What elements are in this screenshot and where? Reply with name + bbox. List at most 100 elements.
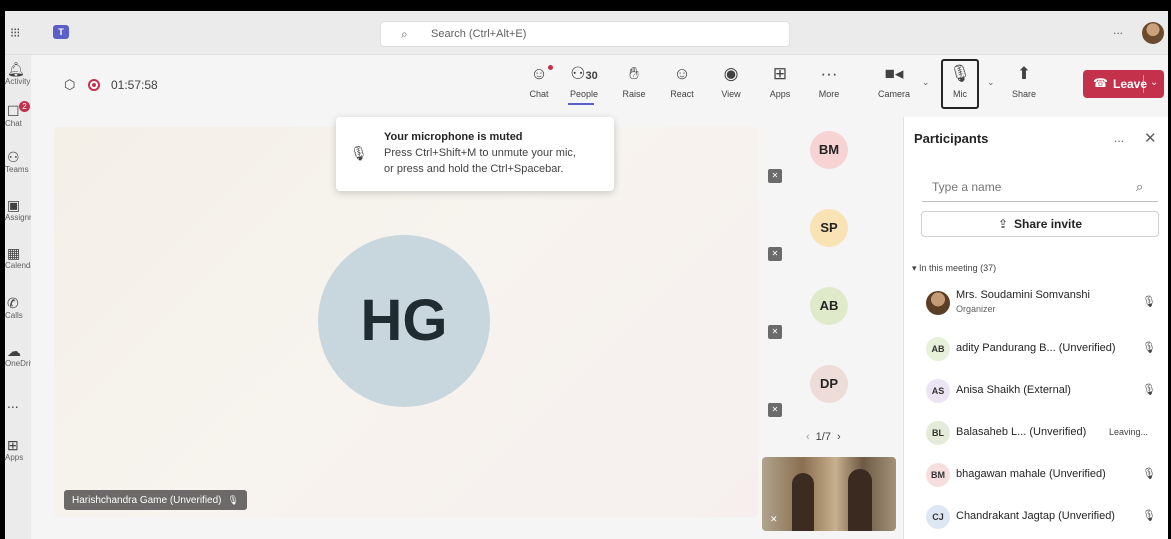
page-indicator: 1/7 xyxy=(815,431,831,443)
camera-options-chevron-icon[interactable]: ⌄ xyxy=(922,77,930,88)
participant-tile[interactable]: AB ✕ xyxy=(762,271,896,345)
participant-row[interactable]: AB adity Pandurang B... (Unverified) 🎙︎ xyxy=(904,329,1169,369)
raise-label: Raise xyxy=(622,89,646,99)
mic-muted-icon: 🎙︎ xyxy=(227,495,239,505)
rail-assignments[interactable]: ▣ Assignments xyxy=(5,197,31,222)
mic-muted-icon: ✕ xyxy=(768,169,782,183)
in-meeting-header[interactable]: ▾ In this meeting (37) xyxy=(912,263,996,274)
meeting-timer: 01:57:58 xyxy=(111,78,158,92)
mic-muted-icon: ✕ xyxy=(768,247,782,261)
share-icon: ⬆ xyxy=(1016,64,1032,83)
view-label: View xyxy=(721,89,741,99)
participant-search-field[interactable]: ⌕ xyxy=(922,174,1158,202)
in-meeting-label: In this meeting (37) xyxy=(919,263,997,273)
participant-tile[interactable]: SP ✕ xyxy=(762,193,896,267)
participant-search-input[interactable] xyxy=(932,180,1122,194)
rail-apps[interactable]: ⊞ Apps xyxy=(5,437,31,462)
view-icon: ◉ xyxy=(723,64,739,83)
app-launcher-icon[interactable]: ⁝⁝⁝ xyxy=(10,25,20,41)
calendar-icon: ▦ xyxy=(7,245,21,261)
participant-name: Chandrakant Jagtap (Unverified) xyxy=(956,510,1115,522)
participant-avatar: BM xyxy=(926,463,950,487)
user-avatar[interactable] xyxy=(1142,22,1164,44)
tile-pager: ‹ 1/7 › xyxy=(800,431,847,443)
raise-hand-button[interactable]: ✋︎ Raise xyxy=(621,63,647,99)
participant-row[interactable]: BL Balasaheb L... (Unverified) Leaving..… xyxy=(904,413,1169,453)
video-person xyxy=(792,473,814,531)
rail-teams[interactable]: ⚇ Teams xyxy=(5,149,31,174)
apps-label: Apps xyxy=(769,89,791,99)
meeting-toolbar: ⬡ 01:57:58 ☺ Chat ⚇30 People ✋︎ Raise ☺ … xyxy=(31,55,1168,117)
participant-avatar: BL xyxy=(926,421,950,445)
participant-row[interactable]: BM bhagawan mahale (Unverified) 🎙︎ xyxy=(904,455,1169,495)
notification-title: Your microphone is muted xyxy=(384,131,523,143)
search-input[interactable]: Search (Ctrl+Alt+E) xyxy=(431,28,526,40)
hang-up-icon: ☎ xyxy=(1093,76,1108,90)
camera-label: Camera xyxy=(877,89,910,99)
participants-panel: Participants ... ✕ ⌕ ⇪ Share invite ▾ In … xyxy=(903,117,1168,539)
rail-calendar[interactable]: ▦ Calendar xyxy=(5,245,31,270)
participant-tile[interactable]: BM ✕ xyxy=(762,115,896,189)
next-page-icon[interactable]: › xyxy=(837,431,841,443)
leave-label: Leave xyxy=(1113,77,1148,91)
phone-icon: ✆ xyxy=(7,295,19,311)
chat-icon: ☺ xyxy=(526,63,553,85)
rail-activity[interactable]: 🔔︎ Activity xyxy=(5,61,31,86)
app-rail: 🔔︎ Activity ☐ 2 Chat ⚇ Teams ▣ Assignmen… xyxy=(5,55,31,539)
participant-status: Leaving... xyxy=(1109,427,1149,437)
participant-role: Organizer xyxy=(956,304,996,314)
teams-window: ⁝⁝⁝ T ⌕ Search (Ctrl+Alt+E) ... 🔔︎ Activ… xyxy=(5,11,1168,539)
mic-button-content[interactable]: 🎙︎ Mic xyxy=(943,63,977,99)
more-icon: ··· xyxy=(820,64,838,83)
participant-name: bhagawan mahale (Unverified) xyxy=(956,468,1106,480)
rail-label: Assignments xyxy=(5,213,31,222)
camera-button[interactable]: ■◂ Camera xyxy=(876,63,912,99)
shield-icon[interactable]: ⬡ xyxy=(64,77,75,93)
settings-more-button[interactable]: ... xyxy=(1113,23,1123,37)
add-apps-icon: ⊞ xyxy=(7,437,19,453)
mic-muted-icon: ✕ xyxy=(768,403,782,417)
presenter-name: Harishchandra Game (Unverified) xyxy=(72,495,222,506)
active-tab-indicator xyxy=(568,103,594,105)
rail-calls[interactable]: ✆ Calls xyxy=(5,295,31,320)
participant-avatar: CJ xyxy=(926,505,950,529)
participant-name: Anisa Shaikh (External) xyxy=(956,384,1071,396)
panel-more-button[interactable]: ... xyxy=(1114,131,1124,145)
share-button[interactable]: ⬆ Share xyxy=(1011,63,1037,99)
apps-button[interactable]: ⊞ Apps xyxy=(767,63,793,99)
self-video-tile[interactable]: ✕ xyxy=(762,457,896,531)
rail-more[interactable]: ... xyxy=(5,395,31,411)
close-icon[interactable]: ✕ xyxy=(1144,129,1157,147)
cloud-icon: ☁ xyxy=(7,343,21,359)
leave-options-chevron-icon[interactable]: ⌄ xyxy=(1150,77,1158,88)
rail-label: Calendar xyxy=(5,261,31,270)
search-icon: ⌕ xyxy=(401,27,408,41)
mic-options-chevron-icon[interactable]: ⌄ xyxy=(987,77,995,88)
add-apps-icon: ⊞ xyxy=(772,64,788,83)
view-button[interactable]: ◉ View xyxy=(718,63,744,99)
mic-muted-icon: 🎙︎ xyxy=(1142,468,1156,480)
rail-chat[interactable]: ☐ 2 Chat xyxy=(5,101,31,128)
rail-label: Apps xyxy=(5,453,24,462)
people-count: 30 xyxy=(585,70,598,82)
search-box[interactable]: ⌕ Search (Ctrl+Alt+E) xyxy=(380,21,790,47)
more-button[interactable]: ··· More xyxy=(816,63,842,99)
participant-tile[interactable]: DP ✕ xyxy=(762,349,896,423)
participant-row[interactable]: Mrs. Soudamini Somvanshi Organizer 🎙︎ xyxy=(904,283,1169,323)
participant-row[interactable]: CJ Chandrakant Jagtap (Unverified) 🎙︎ xyxy=(904,497,1169,537)
chat-button[interactable]: ☺ Chat xyxy=(526,63,553,99)
react-button[interactable]: ☺ React xyxy=(669,63,695,99)
prev-page-icon[interactable]: ‹ xyxy=(806,431,810,443)
share-invite-label: Share invite xyxy=(1014,217,1083,231)
rail-label: Teams xyxy=(5,165,29,174)
mic-muted-icon: 🎙︎ xyxy=(350,145,368,161)
rail-onedrive[interactable]: ☁ OneDrive xyxy=(5,343,31,368)
participant-row[interactable]: AS Anisa Shaikh (External) 🎙︎ xyxy=(904,371,1169,411)
leave-button[interactable]: ☎ Leave ⌄ xyxy=(1083,70,1164,98)
share-label: Share xyxy=(1011,89,1037,99)
presenter-name-tag: Harishchandra Game (Unverified) 🎙︎ xyxy=(64,490,247,510)
tile-avatar: AB xyxy=(810,287,848,325)
mic-muted-icon: ✕ xyxy=(770,514,778,524)
share-invite-button[interactable]: ⇪ Share invite xyxy=(921,211,1159,237)
people-button[interactable]: ⚇30 People xyxy=(564,63,604,105)
